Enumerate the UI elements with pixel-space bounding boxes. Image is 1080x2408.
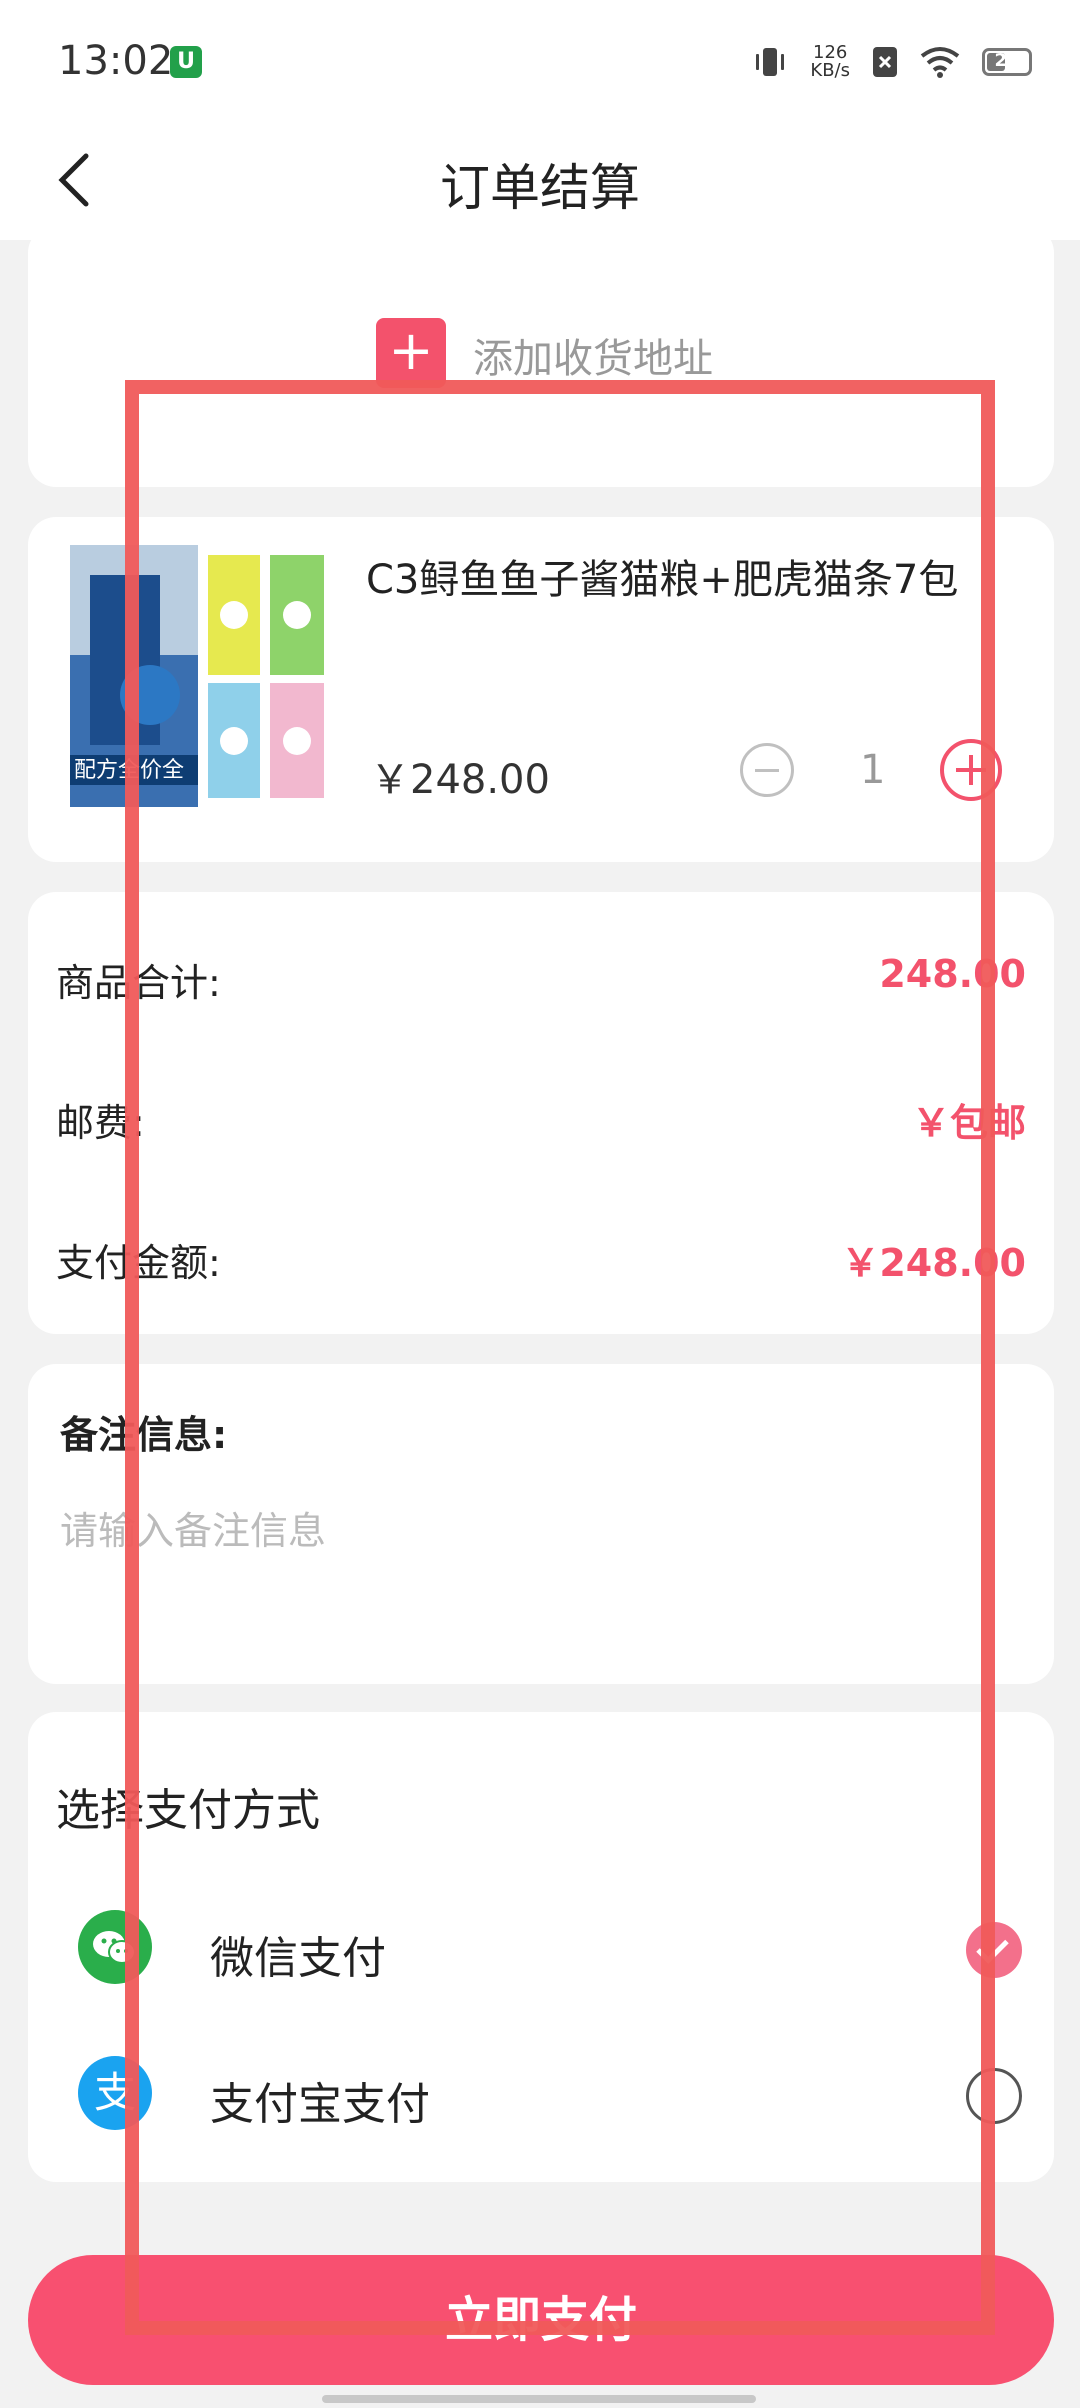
product-name: C3鲟鱼鱼子酱猫粮+肥虎猫条7包 [366,557,959,603]
thumb-text: 配方全价全 [74,758,184,783]
shipping-label: 邮费: [56,1101,145,1145]
subtotal-value: 248.00 [879,952,1026,996]
home-indicator[interactable] [322,2395,756,2403]
product-image: 配方全价全 [70,545,330,807]
payment-option-wechat[interactable]: 微信支付 [78,1910,1022,1990]
status-bar: 13:02 U 126 KB/s 23 [0,0,1080,120]
nav-bar: 订单结算 [0,120,1080,240]
product-price: ￥248.00 [370,757,550,803]
payment-option-alipay[interactable]: 支 支付宝支付 [78,2056,1022,2136]
remark-input[interactable]: 请输入备注信息 [60,1500,326,1555]
vibrate-icon [756,48,785,76]
subtotal-label: 商品合计: [56,961,221,1005]
add-address-label: 添加收货地址 [473,336,713,382]
alipay-icon: 支 [78,2056,152,2130]
status-time: 13:02 [58,38,174,84]
alipay-radio[interactable] [966,2068,1022,2124]
wechat-pay-label: 微信支付 [210,1933,386,1984]
wechat-selected-check-icon[interactable] [966,1922,1022,1978]
wechat-icon [78,1910,152,1984]
add-address-card[interactable]: + 添加收货地址 [28,225,1054,487]
shipping-value: ￥包邮 [911,1101,1026,1145]
net-speed: 126 KB/s [810,44,850,80]
net-speed-unit: KB/s [810,60,850,81]
price-summary-card: 商品合计: 248.00 邮费: ￥包邮 支付金额: ￥248.00 [28,892,1054,1334]
battery-icon: 23 [982,48,1032,76]
remark-card: 备注信息: 请输入备注信息 [28,1364,1054,1684]
quantity-value: 1 [860,747,886,793]
plus-icon: + [376,318,446,388]
sim-off-icon [873,47,897,77]
total-label: 支付金额: [56,1241,221,1285]
total-value: ￥248.00 [841,1241,1026,1285]
remark-title: 备注信息: [60,1413,228,1457]
battery-level: 23 [994,50,1020,71]
pay-now-button[interactable]: 立即支付 [28,2255,1054,2385]
payment-method-card: 选择支付方式 微信支付 支 支付宝支付 [28,1712,1054,2182]
wifi-icon [920,47,960,78]
product-card: 配方全价全 C3鲟鱼鱼子酱猫粮+肥虎猫条7包 ￥248.00 1 [28,517,1054,862]
alipay-label: 支付宝支付 [210,2079,430,2130]
page-title: 订单结算 [440,159,640,217]
status-indicators: 126 KB/s 23 [752,42,1032,82]
decrease-quantity-button[interactable] [740,743,794,797]
app-badge-icon: U [170,46,202,78]
payment-method-title: 选择支付方式 [56,1785,320,1836]
increase-quantity-button[interactable] [940,739,1002,801]
